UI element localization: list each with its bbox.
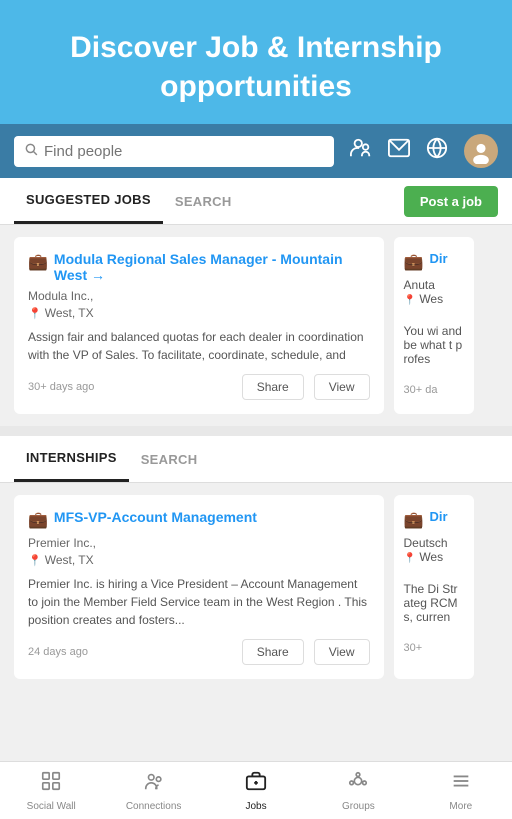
section-divider bbox=[0, 426, 512, 436]
internship-cards-row: 💼 MFS-VP-Account Management Premier Inc.… bbox=[0, 495, 512, 679]
avatar[interactable] bbox=[464, 134, 498, 168]
internship-view-button[interactable]: View bbox=[314, 639, 370, 665]
internship-share-button[interactable]: Share bbox=[242, 639, 304, 665]
internships-section: 💼 MFS-VP-Account Management Premier Inc.… bbox=[0, 483, 512, 691]
internship-tabs: INTERNSHIPS SEARCH bbox=[0, 436, 512, 483]
globe-icon[interactable] bbox=[426, 137, 448, 165]
tab-internships[interactable]: INTERNSHIPS bbox=[14, 436, 129, 482]
internship-footer: 24 days ago Share View bbox=[28, 639, 370, 665]
connections-icon bbox=[143, 770, 165, 798]
search-input[interactable] bbox=[44, 143, 324, 160]
nav-icons bbox=[350, 134, 498, 168]
partial-intern-company: Deutsch bbox=[404, 536, 464, 550]
tab-search-jobs[interactable]: SEARCH bbox=[163, 180, 244, 223]
jobs-tabs: SUGGESTED JOBS SEARCH Post a job bbox=[0, 178, 512, 225]
groups-label: Groups bbox=[342, 801, 375, 812]
jobs-section: 💼 Modula Regional Sales Manager - Mounta… bbox=[0, 225, 512, 426]
internship-description: Premier Inc. is hiring a Vice President … bbox=[28, 575, 370, 629]
internship-card: 💼 MFS-VP-Account Management Premier Inc.… bbox=[14, 495, 384, 679]
briefcase-icon-partial: 💼 bbox=[404, 252, 424, 272]
main-content: SUGGESTED JOBS SEARCH Post a job 💼 Modul… bbox=[0, 178, 512, 798]
partial-intern-location: 📍 Wes bbox=[404, 550, 464, 564]
internship-title: 💼 MFS-VP-Account Management bbox=[28, 509, 370, 530]
connections-label: Connections bbox=[126, 801, 182, 812]
location-pin-icon: 📍 bbox=[28, 307, 42, 320]
search-bar bbox=[0, 124, 512, 178]
social-wall-icon bbox=[40, 770, 62, 798]
partial-location: 📍 Wes bbox=[404, 292, 464, 306]
partial-intern-time: 30+ bbox=[404, 642, 464, 654]
jobs-label: Jobs bbox=[245, 801, 266, 812]
partial-intern-title: 💼 Dir bbox=[404, 509, 464, 530]
job-footer: 30+ days ago Share View bbox=[28, 374, 370, 400]
partial-desc: You wi and be what t profes bbox=[404, 324, 464, 366]
more-label: More bbox=[449, 801, 472, 812]
partial-job-title: 💼 Dir bbox=[404, 251, 464, 272]
partial-intern-desc: The Di Strateg RCMs, curren bbox=[404, 582, 464, 624]
nav-social-wall[interactable]: Social Wall bbox=[0, 762, 102, 819]
job-time: 30+ days ago bbox=[28, 381, 232, 393]
jobs-icon bbox=[245, 770, 267, 798]
briefcase-icon-intern: 💼 bbox=[28, 510, 48, 530]
tab-search-internships[interactable]: SEARCH bbox=[129, 438, 210, 481]
mail-icon[interactable] bbox=[388, 138, 410, 164]
hero-title: Discover Job & Internship opportunities bbox=[30, 28, 482, 106]
partial-company: Anuta bbox=[404, 278, 464, 292]
job-description: Assign fair and balanced quotas for each… bbox=[28, 328, 370, 364]
nav-connections[interactable]: Connections bbox=[102, 762, 204, 819]
job-card-partial: 💼 Dir Anuta 📍 Wes You wi and be what t p… bbox=[394, 237, 474, 414]
hero-section: Discover Job & Internship opportunities bbox=[0, 0, 512, 124]
internship-location: 📍 West, TX bbox=[28, 553, 370, 567]
job-location: 📍 West, TX bbox=[28, 306, 370, 320]
search-input-wrapper[interactable] bbox=[14, 136, 334, 167]
people-icon[interactable] bbox=[350, 137, 372, 165]
briefcase-icon: 💼 bbox=[28, 252, 48, 272]
more-icon bbox=[450, 770, 472, 798]
internship-card-partial: 💼 Dir Deutsch 📍 Wes The Di Strateg RCMs,… bbox=[394, 495, 474, 679]
social-wall-label: Social Wall bbox=[27, 801, 76, 812]
bottom-nav: Social Wall Connections Jobs bbox=[0, 761, 512, 819]
nav-more[interactable]: More bbox=[410, 762, 512, 819]
briefcase-icon-partial-intern: 💼 bbox=[404, 510, 424, 530]
internship-company: Premier Inc., bbox=[28, 536, 370, 550]
job-company: Modula Inc., bbox=[28, 289, 370, 303]
share-button[interactable]: Share bbox=[242, 374, 304, 400]
nav-jobs[interactable]: Jobs bbox=[205, 762, 307, 819]
job-title: 💼 Modula Regional Sales Manager - Mounta… bbox=[28, 251, 370, 283]
search-icon bbox=[24, 142, 38, 161]
tab-suggested-jobs[interactable]: SUGGESTED JOBS bbox=[14, 178, 163, 224]
job-cards-row: 💼 Modula Regional Sales Manager - Mounta… bbox=[0, 237, 512, 414]
job-card: 💼 Modula Regional Sales Manager - Mounta… bbox=[14, 237, 384, 414]
view-button[interactable]: View bbox=[314, 374, 370, 400]
location-pin-icon-intern: 📍 bbox=[28, 554, 42, 567]
groups-icon bbox=[347, 770, 369, 798]
post-job-button[interactable]: Post a job bbox=[404, 186, 498, 217]
partial-time: 30+ da bbox=[404, 384, 464, 396]
internship-time: 24 days ago bbox=[28, 646, 232, 658]
nav-groups[interactable]: Groups bbox=[307, 762, 409, 819]
